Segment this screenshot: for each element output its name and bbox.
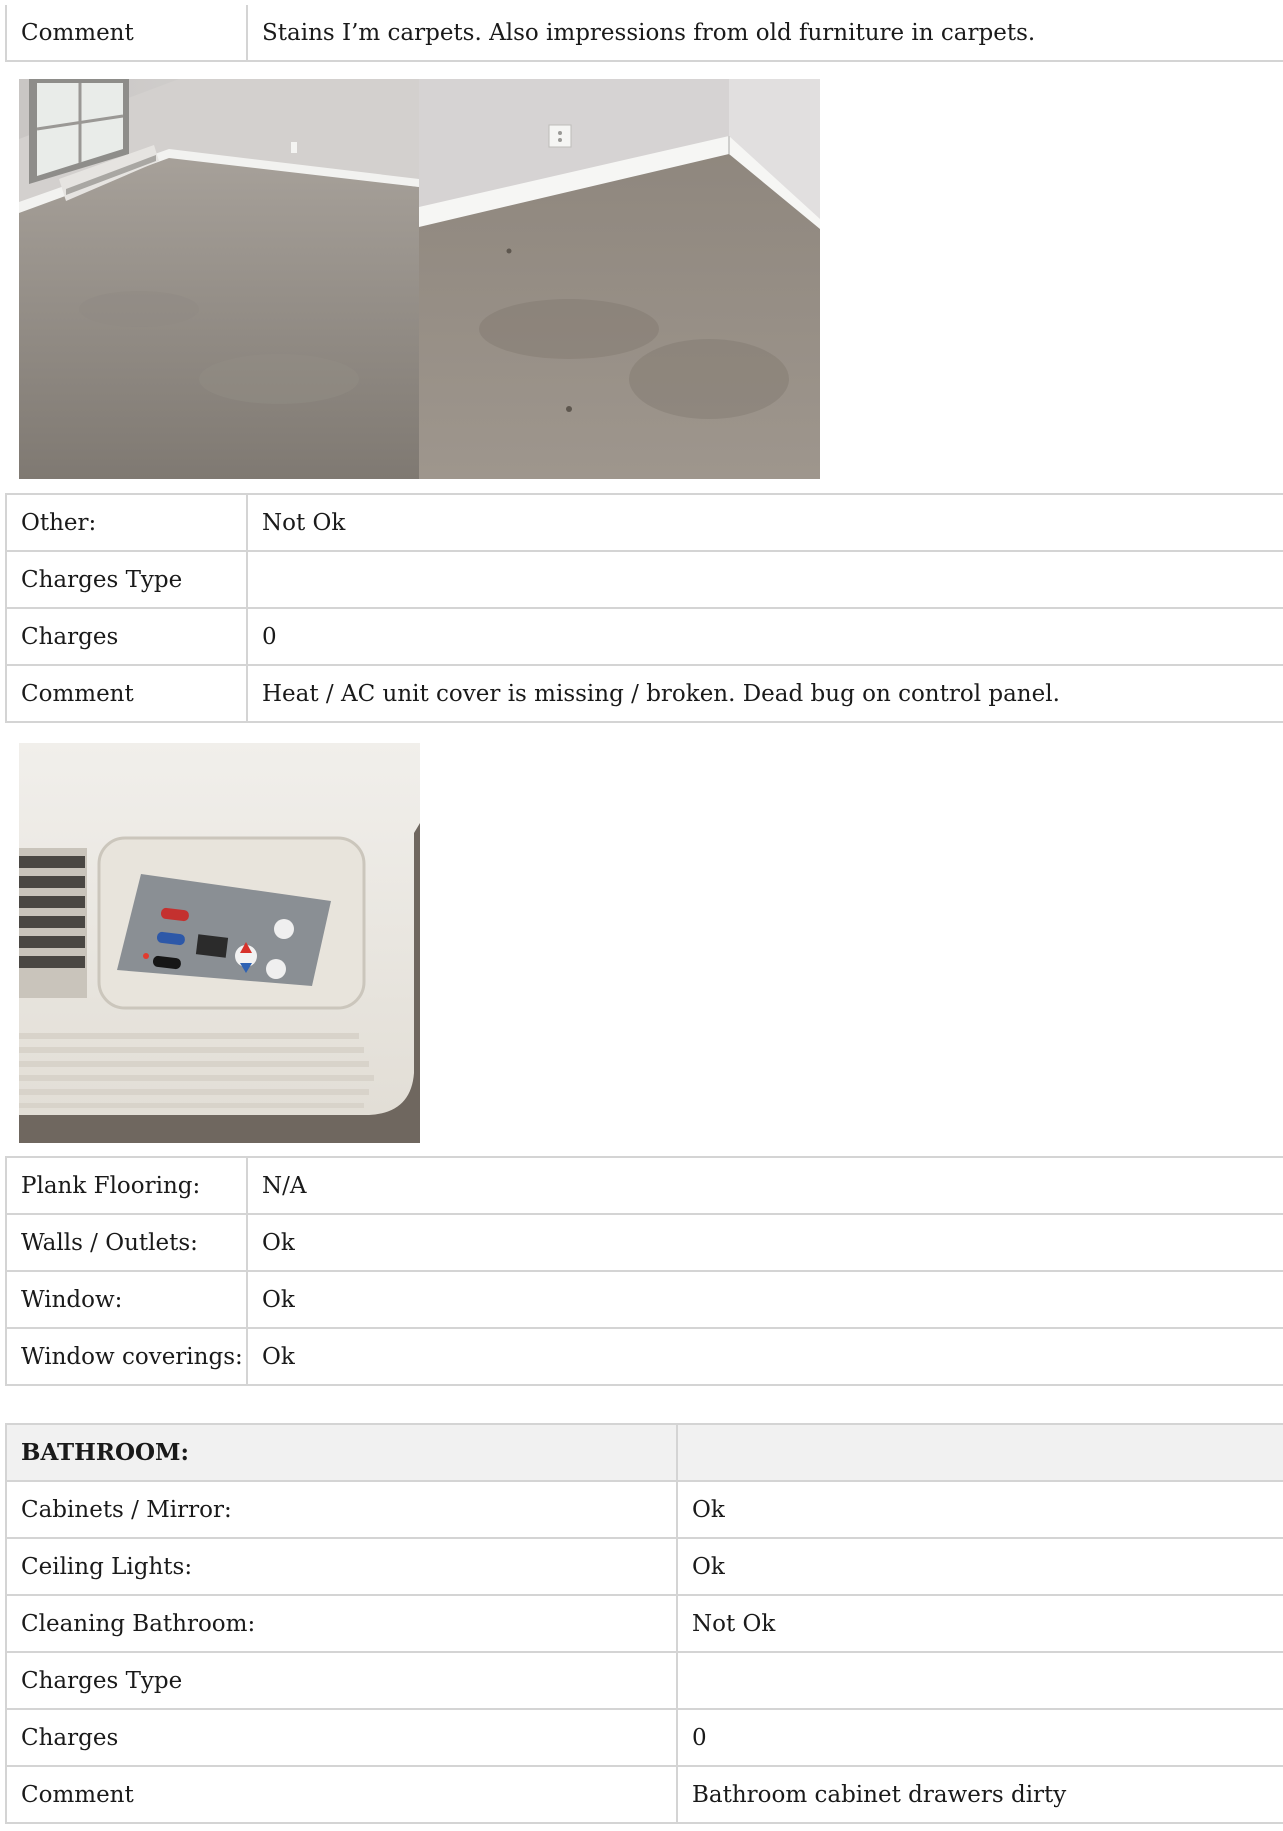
ac-unit-photo [19, 743, 420, 1143]
table-row: Charges 0 [5, 1708, 1283, 1767]
row-value: Not Ok [676, 1594, 1283, 1653]
row-label: Charges [5, 1708, 678, 1767]
row-label: Cabinets / Mirror: [5, 1480, 678, 1539]
row-value: Bathroom cabinet drawers dirty [676, 1765, 1283, 1824]
table-row: Comment Bathroom cabinet drawers dirty [5, 1765, 1283, 1824]
section-header-row: BATHROOM: [5, 1423, 1283, 1482]
row-value: Ok [246, 1213, 1283, 1272]
inspection-table-other: Other: Not Ok Charges Type Charges 0 Com… [5, 493, 1283, 723]
row-label: Window: [5, 1270, 248, 1329]
row-value: Not Ok [246, 493, 1283, 552]
row-label: Plank Flooring: [5, 1156, 248, 1215]
table-row: Cabinets / Mirror: Ok [5, 1480, 1283, 1539]
row-label: Cleaning Bathroom: [5, 1594, 678, 1653]
row-value: 0 [676, 1708, 1283, 1767]
table-row: Charges Type [5, 1651, 1283, 1710]
section-header-value [676, 1423, 1283, 1482]
table-row: Window: Ok [5, 1270, 1283, 1329]
carpet-closeup-photo [419, 79, 820, 479]
row-label: Charges Type [5, 550, 248, 609]
row-value: Ok [246, 1327, 1283, 1386]
row-label: Comment [5, 5, 248, 62]
table-row: Plank Flooring: N/A [5, 1156, 1283, 1215]
table-row: Walls / Outlets: Ok [5, 1213, 1283, 1272]
section-title: BATHROOM: [5, 1423, 678, 1482]
row-value: Ok [676, 1537, 1283, 1596]
row-label: Charges [5, 607, 248, 666]
carpet-room-photo [19, 79, 419, 479]
row-value: 0 [246, 607, 1283, 666]
table-row: Comment Stains I’m carpets. Also impress… [5, 5, 1283, 62]
table-row: Ceiling Lights: Ok [5, 1537, 1283, 1596]
table-row: Charges Type [5, 550, 1283, 609]
row-value: N/A [246, 1156, 1283, 1215]
row-label: Other: [5, 493, 248, 552]
row-label: Comment [5, 1765, 678, 1824]
table-row: Window coverings: Ok [5, 1327, 1283, 1386]
row-label: Walls / Outlets: [5, 1213, 248, 1272]
row-label: Window coverings: [5, 1327, 248, 1386]
row-value: Heat / AC unit cover is missing / broken… [246, 664, 1283, 723]
row-value: Ok [246, 1270, 1283, 1329]
row-value: Stains I’m carpets. Also impressions fro… [246, 5, 1283, 62]
row-label: Ceiling Lights: [5, 1537, 678, 1596]
table-row: Comment Heat / AC unit cover is missing … [5, 664, 1283, 723]
row-value [246, 550, 1283, 609]
inspection-table-bathroom: BATHROOM: Cabinets / Mirror: Ok Ceiling … [5, 1423, 1283, 1824]
row-value [676, 1651, 1283, 1710]
row-label: Charges Type [5, 1651, 678, 1710]
inspection-table-bedroom-comment: Comment Stains I’m carpets. Also impress… [5, 5, 1283, 62]
row-label: Comment [5, 664, 248, 723]
table-row: Charges 0 [5, 607, 1283, 666]
table-row: Other: Not Ok [5, 493, 1283, 552]
inspection-table-flooring-walls: Plank Flooring: N/A Walls / Outlets: Ok … [5, 1156, 1283, 1386]
table-row: Cleaning Bathroom: Not Ok [5, 1594, 1283, 1653]
row-value: Ok [676, 1480, 1283, 1539]
